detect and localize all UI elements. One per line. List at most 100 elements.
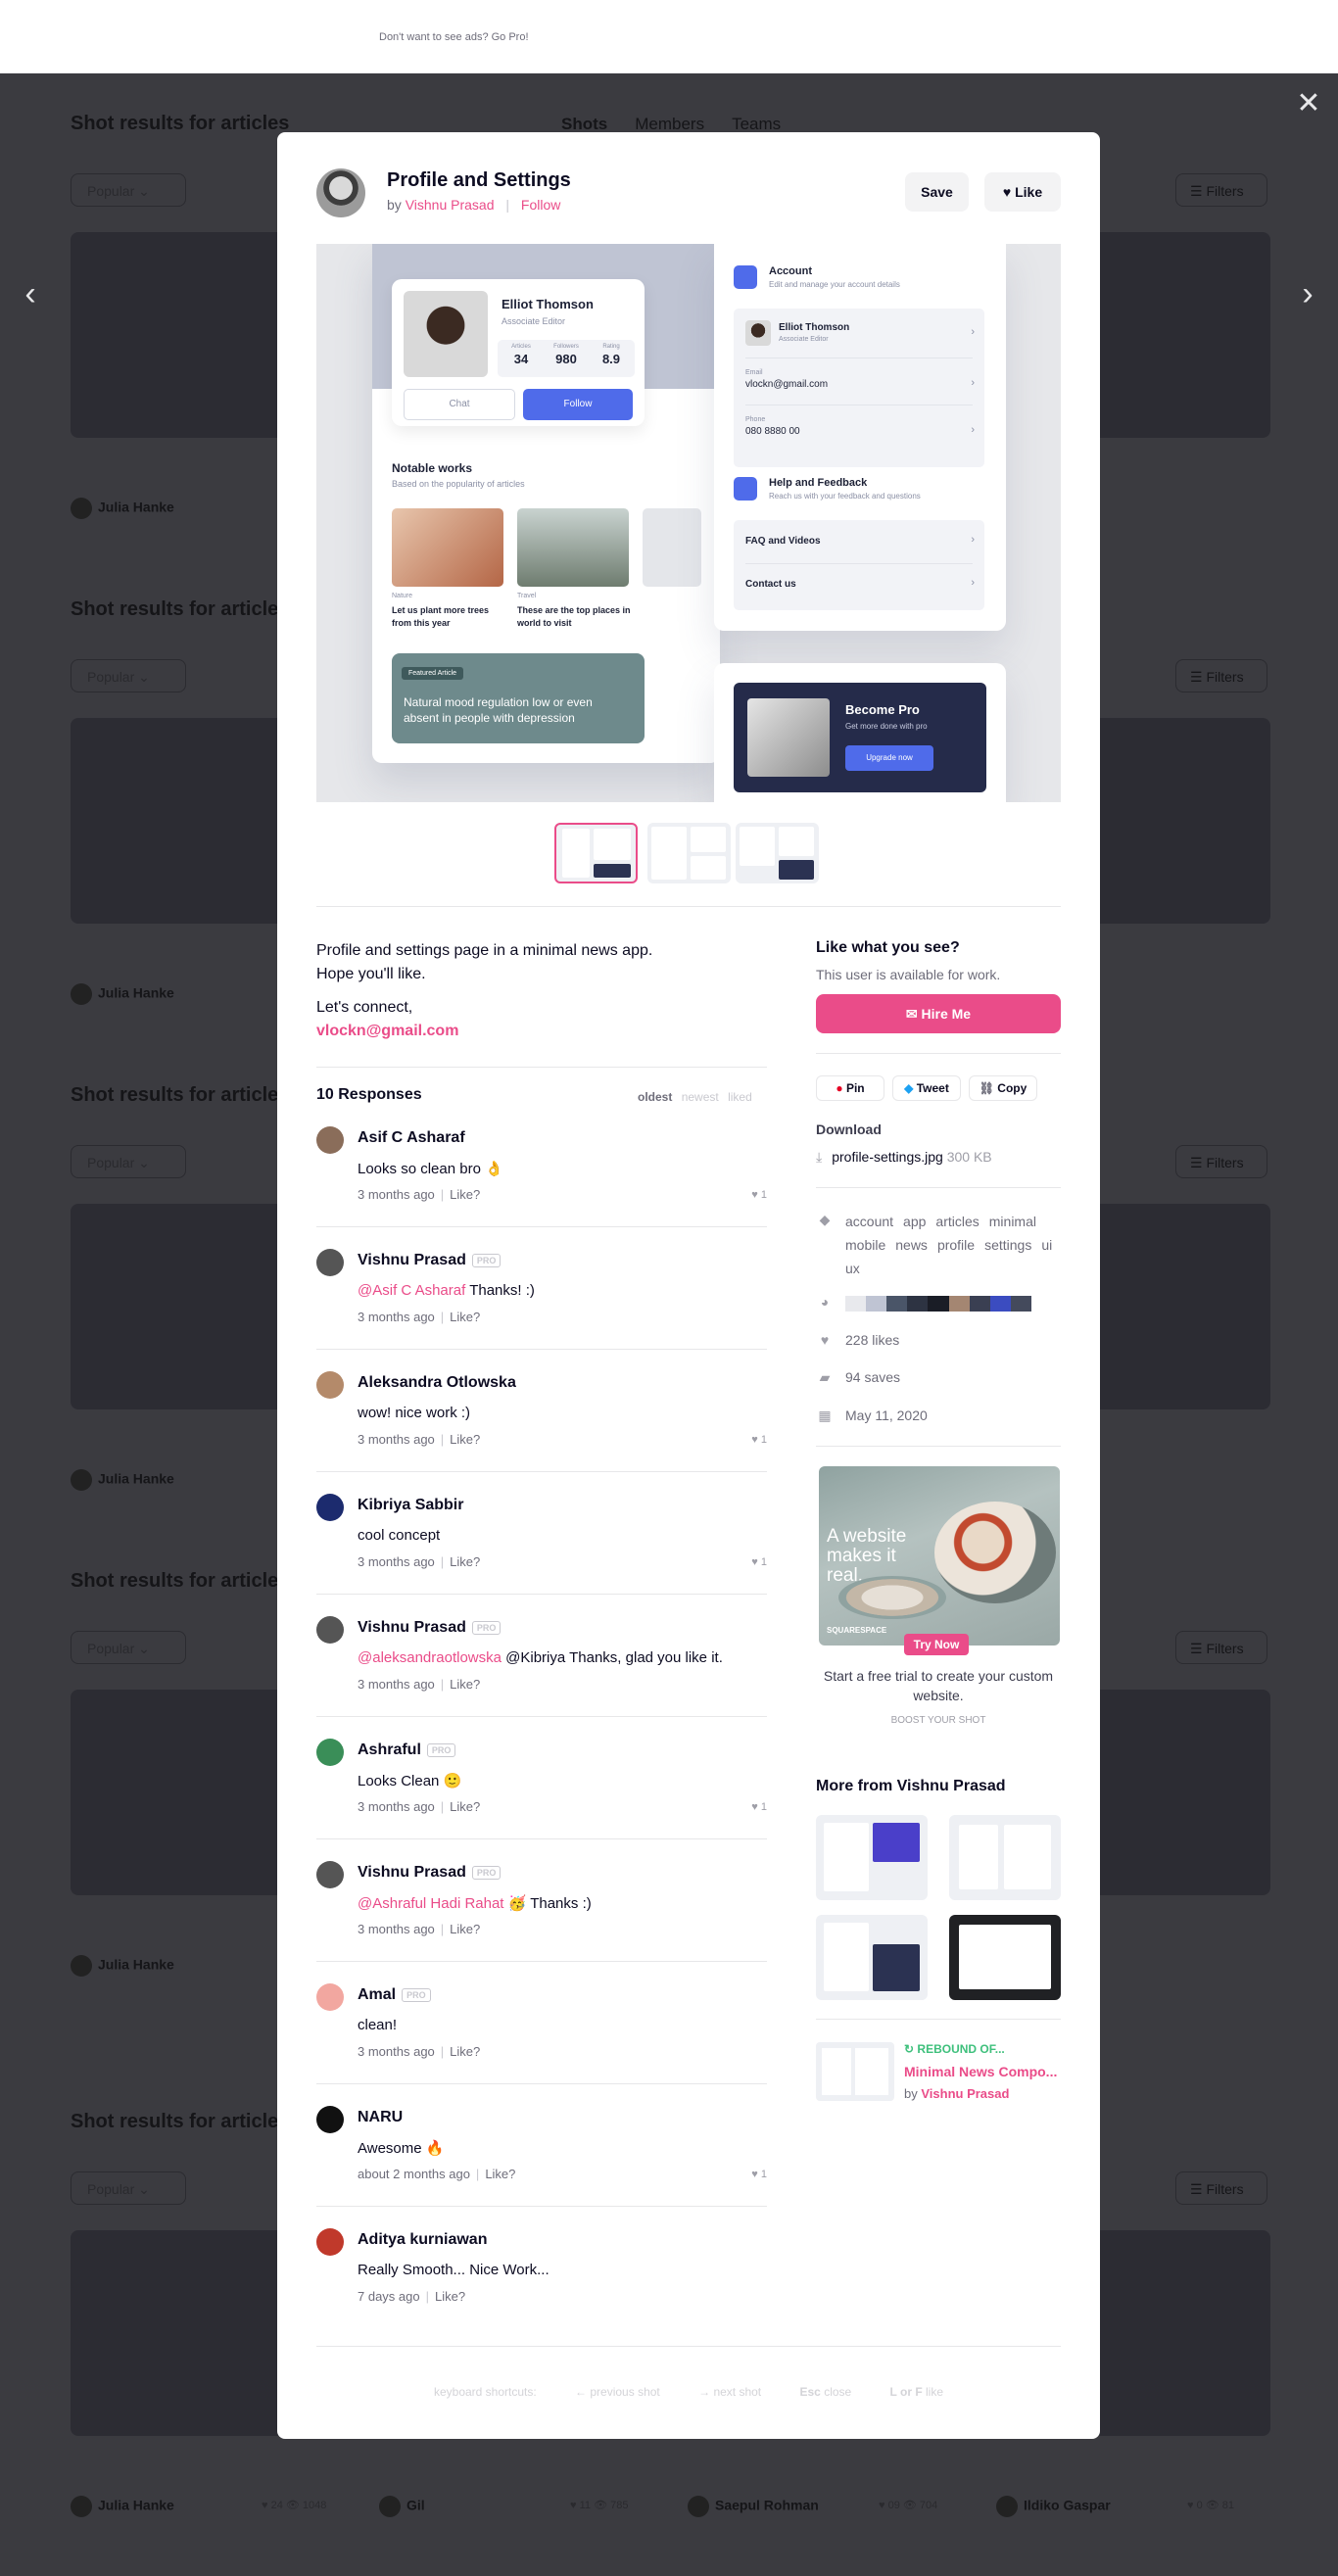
filters-button[interactable]: ☰ Filters xyxy=(1175,173,1267,207)
thumbnail-2[interactable] xyxy=(647,823,731,883)
commenter-name-link[interactable]: Asif C Asharaf xyxy=(358,1129,465,1146)
commenter-name-link[interactable]: NARU xyxy=(358,2109,403,2125)
card-author[interactable]: Julia Hanke xyxy=(71,1955,174,1977)
sort-newest[interactable]: newest xyxy=(682,1090,719,1104)
more-shot-1[interactable] xyxy=(816,1815,928,1900)
ad-image[interactable]: A website makes it real. SQUARESPACE xyxy=(819,1466,1060,1646)
close-icon[interactable]: ✕ xyxy=(1295,89,1322,119)
commenter-avatar[interactable] xyxy=(316,1861,344,1888)
comment-like-link[interactable]: Like? xyxy=(485,2167,515,2181)
tag-link[interactable]: app xyxy=(903,1210,926,1233)
author-avatar[interactable] xyxy=(316,168,365,217)
filters-button[interactable]: ☰ Filters xyxy=(1175,659,1267,692)
color-swatch[interactable] xyxy=(989,1296,1011,1312)
author-link[interactable]: Vishnu Prasad xyxy=(406,197,495,213)
popular-dropdown[interactable]: Popular ⌄ xyxy=(71,1145,186,1178)
tab-shots[interactable]: Shots xyxy=(561,115,607,133)
rebound-title[interactable]: Minimal News Compo... xyxy=(904,2064,1057,2079)
tag-link[interactable]: profile xyxy=(937,1233,975,1257)
sort-oldest[interactable]: oldest xyxy=(638,1090,672,1104)
commenter-avatar[interactable] xyxy=(316,2228,344,2256)
popular-dropdown[interactable]: Popular ⌄ xyxy=(71,2171,186,2205)
follow-link[interactable]: Follow xyxy=(521,197,560,213)
color-swatch[interactable] xyxy=(948,1296,970,1312)
card-author[interactable]: Ildiko Gaspar xyxy=(996,2496,1111,2517)
commenter-name-link[interactable]: Aleksandra Otlowska xyxy=(358,1374,516,1391)
tag-link[interactable]: mobile xyxy=(845,1233,885,1257)
popular-dropdown[interactable]: Popular ⌄ xyxy=(71,173,186,207)
shot-image[interactable]: Elliot Thomson Associate Editor Articles… xyxy=(316,244,1061,802)
comment-like-link[interactable]: Like? xyxy=(450,1432,480,1447)
tag-link[interactable]: ux xyxy=(845,1257,860,1280)
commenter-name-link[interactable]: Aditya kurniawan xyxy=(358,2231,487,2248)
tab-teams[interactable]: Teams xyxy=(732,115,781,133)
commenter-name-link[interactable]: Amal xyxy=(358,1986,396,2003)
commenter-avatar[interactable] xyxy=(316,1371,344,1399)
commenter-name-link[interactable]: Vishnu Prasad xyxy=(358,1252,466,1268)
commenter-avatar[interactable] xyxy=(316,1494,344,1521)
popular-dropdown[interactable]: Popular ⌄ xyxy=(71,659,186,692)
email-link[interactable]: vlockn@gmail.com xyxy=(316,1020,689,1043)
commenter-avatar[interactable] xyxy=(316,2106,344,2133)
likes-count[interactable]: 228 likes xyxy=(845,1332,899,1348)
mention-link[interactable]: @aleksandraotlowska xyxy=(358,1649,502,1666)
tweet-button[interactable]: ◆ Tweet xyxy=(892,1075,961,1101)
try-now-button[interactable]: Try Now xyxy=(904,1634,969,1655)
tag-link[interactable]: settings xyxy=(984,1233,1031,1257)
color-swatch[interactable] xyxy=(969,1296,990,1312)
mention-link[interactable]: @Asif C Asharaf xyxy=(358,1282,465,1299)
commenter-avatar[interactable] xyxy=(316,1983,344,2011)
popular-dropdown[interactable]: Popular ⌄ xyxy=(71,1631,186,1664)
commenter-name-link[interactable]: Vishnu Prasad xyxy=(358,1864,466,1881)
sort-liked[interactable]: liked xyxy=(728,1090,752,1104)
hire-me-button[interactable]: ✉ Hire Me xyxy=(816,994,1061,1033)
card-author[interactable]: Julia Hanke xyxy=(71,498,174,519)
comment-like-link[interactable]: Like? xyxy=(450,1677,480,1692)
tag-link[interactable]: news xyxy=(895,1233,928,1257)
filters-button[interactable]: ☰ Filters xyxy=(1175,2171,1267,2205)
commenter-name-link[interactable]: Vishnu Prasad xyxy=(358,1619,466,1636)
comment-like-link[interactable]: Like? xyxy=(450,1554,480,1569)
commenter-name-link[interactable]: Ashraful xyxy=(358,1741,421,1758)
commenter-avatar[interactable] xyxy=(316,1249,344,1276)
rebound-author-link[interactable]: Vishnu Prasad xyxy=(921,2086,1009,2101)
previous-shot-icon[interactable]: ‹ xyxy=(16,276,45,311)
color-swatch[interactable] xyxy=(928,1296,949,1312)
more-shot-3[interactable] xyxy=(816,1915,928,2000)
comment-like-link[interactable]: Like? xyxy=(450,1187,480,1202)
card-author[interactable]: Julia Hanke xyxy=(71,2496,174,2517)
comment-like-link[interactable]: Like? xyxy=(450,1799,480,1814)
card-author[interactable]: Gil xyxy=(379,2496,425,2517)
mention-link[interactable]: @Ashraful Hadi Rahat xyxy=(358,1895,503,1912)
tag-link[interactable]: articles xyxy=(935,1210,979,1233)
comment-like-link[interactable]: Like? xyxy=(450,1922,480,1936)
color-swatch[interactable] xyxy=(907,1296,929,1312)
download-link[interactable]: ⤓ profile-settings.jpg 300 KB xyxy=(816,1149,992,1166)
rebound-thumbnail[interactable] xyxy=(816,2042,894,2101)
card-author[interactable]: Julia Hanke xyxy=(71,983,174,1005)
saves-count[interactable]: 94 saves xyxy=(845,1369,900,1385)
like-button[interactable]: ♥ Like xyxy=(984,172,1061,212)
card-author[interactable]: Julia Hanke xyxy=(71,1469,174,1491)
filters-button[interactable]: ☰ Filters xyxy=(1175,1145,1267,1178)
commenter-avatar[interactable] xyxy=(316,1739,344,1766)
pin-button[interactable]: ● Pin xyxy=(816,1075,884,1101)
more-shot-2[interactable] xyxy=(949,1815,1061,1900)
copy-link-button[interactable]: ⛓ Copy xyxy=(969,1075,1037,1101)
color-swatch[interactable] xyxy=(886,1296,908,1312)
next-shot-icon[interactable]: › xyxy=(1293,276,1322,311)
filters-button[interactable]: ☰ Filters xyxy=(1175,1631,1267,1664)
commenter-name-link[interactable]: Kibriya Sabbir xyxy=(358,1497,463,1513)
tag-link[interactable]: ui xyxy=(1041,1233,1052,1257)
commenter-avatar[interactable] xyxy=(316,1616,344,1644)
thumbnail-3[interactable] xyxy=(736,823,819,883)
boost-shot-link[interactable]: BOOST YOUR SHOT xyxy=(816,1715,1061,1726)
color-swatch[interactable] xyxy=(1010,1296,1031,1312)
tag-link[interactable]: minimal xyxy=(989,1210,1036,1233)
comment-like-link[interactable]: Like? xyxy=(450,2044,480,2059)
color-swatch[interactable] xyxy=(866,1296,887,1312)
commenter-avatar[interactable] xyxy=(316,1126,344,1154)
comment-like-link[interactable]: Like? xyxy=(435,2289,465,2304)
tab-members[interactable]: Members xyxy=(635,115,704,133)
tag-link[interactable]: account xyxy=(845,1210,893,1233)
